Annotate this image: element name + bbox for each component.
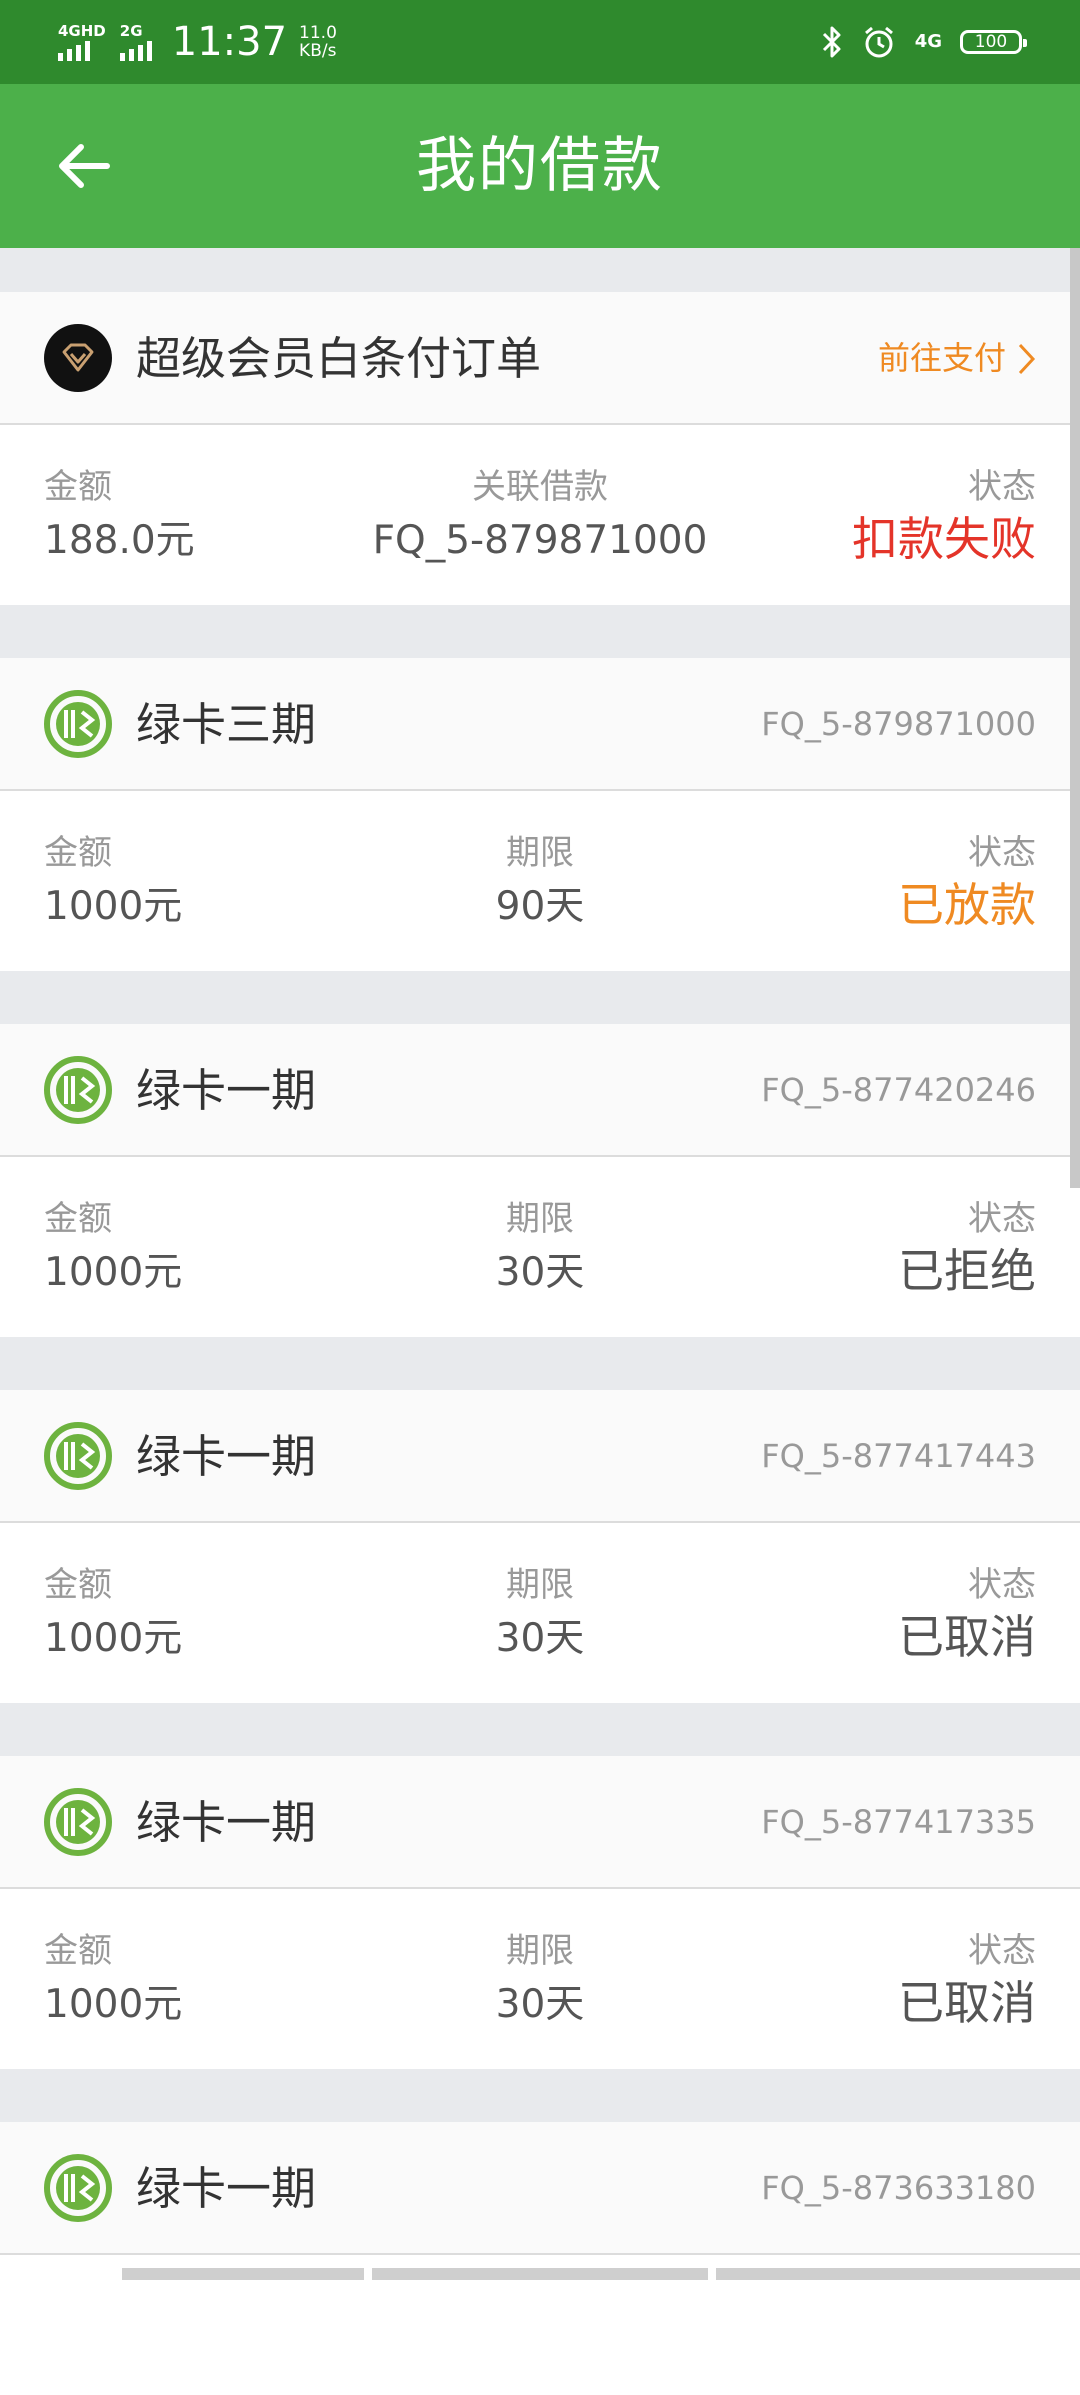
loan-id: FQ_5-873633180: [761, 2169, 1036, 2207]
go-pay-link[interactable]: 前往支付: [878, 292, 1036, 425]
status-label: 状态: [968, 1199, 1036, 1239]
amount-column: 金额 1000元: [44, 1929, 182, 2033]
bluetooth-icon: [821, 25, 843, 59]
card-body: 金额 1000元 期限 30天 状态 已取消: [0, 1889, 1080, 2069]
diamond-icon: [44, 324, 112, 392]
network-speed: 11.0 KB/s: [299, 24, 337, 60]
card-body: 金额 1000元 期限 30天 状态 已拒绝: [0, 1157, 1080, 1337]
loan-id: FQ_5-879871000: [761, 705, 1036, 743]
card-header: 绿卡一期 FQ_5-877420246: [0, 1024, 1080, 1157]
term-column: 期限 30天: [340, 1197, 740, 1301]
amount-column: 金额 188.0元: [44, 465, 195, 569]
network-4g-icon: 4G: [914, 31, 942, 52]
loan-title: 绿卡三期: [136, 698, 317, 751]
term-column: 期限 90天: [340, 831, 740, 935]
term-label: 期限: [506, 1931, 574, 1971]
loan-id: FQ_5-877417443: [761, 1437, 1036, 1475]
linked-loan-column: 关联借款 FQ_5-879871000: [340, 465, 740, 569]
signal-bars-icon: [119, 39, 152, 61]
bottom-handle-segment: [716, 2268, 1080, 2280]
linked-loan-label: 关联借款: [472, 467, 608, 507]
amount-column: 金额 1000元: [44, 831, 182, 935]
term-label: 期限: [506, 833, 574, 873]
clock: 11:37: [171, 19, 288, 65]
app-bar: 我的借款: [0, 84, 1080, 248]
status-value: 已取消: [898, 1610, 1036, 1664]
amount-value: 1000元: [44, 1982, 183, 2027]
status-column: 状态 已放款: [898, 831, 1036, 933]
amount-value: 1000元: [44, 1250, 183, 1295]
amount-label: 金额: [44, 467, 112, 507]
loan-id: FQ_5-877417335: [761, 1803, 1036, 1841]
loan-title: 绿卡一期: [136, 1796, 317, 1849]
amount-label: 金额: [44, 833, 112, 873]
status-value: 已放款: [898, 878, 1036, 932]
speed-value: 11.0: [299, 23, 337, 43]
green-card-logo-icon: [44, 1056, 112, 1124]
status-bar: 4GHD 2G 11:37 11.0 KB/s 4G 100: [0, 0, 1080, 84]
term-value: 90天: [495, 884, 585, 929]
amount-column: 金额 1000元: [44, 1197, 182, 1301]
status-label: 状态: [968, 467, 1036, 507]
amount-value: 188.0元: [44, 518, 195, 563]
amount-column: 金额 1000元: [44, 1563, 182, 1667]
network-type-label: 2G: [119, 22, 143, 40]
page-title: 我的借款: [416, 131, 664, 201]
speed-unit: KB/s: [299, 41, 337, 61]
card-header: 超级会员白条付订单 前往支付: [0, 292, 1080, 425]
amount-label: 金额: [44, 1199, 112, 1239]
green-card-logo-icon: [44, 2154, 112, 2222]
bottom-handle-segment: [122, 2268, 364, 2280]
status-column: 状态 已取消: [898, 1929, 1036, 2031]
status-column: 状态 已拒绝: [898, 1197, 1036, 1299]
term-label: 期限: [506, 1565, 574, 1605]
amount-label: 金额: [44, 1565, 112, 1605]
green-card-logo-icon: [44, 1422, 112, 1490]
green-card-logo-icon: [44, 1788, 112, 1856]
term-column: 期限 30天: [340, 1929, 740, 2033]
network-type-label: 4GHD: [58, 22, 106, 40]
status-column: 状态 已取消: [898, 1563, 1036, 1665]
bottom-handle-segment: [372, 2268, 708, 2280]
status-label: 状态: [968, 833, 1036, 873]
green-card-logo-icon: [44, 690, 112, 758]
loan-id: FQ_5-877420246: [761, 1071, 1036, 1109]
status-value: 已取消: [898, 1976, 1036, 2030]
card-body: 金额 1000元 期限 90天 状态 已放款: [0, 791, 1080, 971]
amount-value: 1000元: [44, 884, 183, 929]
card-body: 金额 188.0元 关联借款 FQ_5-879871000 状态 扣款失败: [0, 425, 1080, 605]
battery-icon: 100: [960, 30, 1027, 54]
status-value: 已拒绝: [898, 1244, 1036, 1298]
card-header: 绿卡一期 FQ_5-873633180: [0, 2122, 1080, 2255]
card-header: 绿卡三期 FQ_5-879871000: [0, 658, 1080, 791]
chevron-right-icon: [1016, 342, 1036, 376]
linked-loan-value: FQ_5-879871000: [372, 518, 708, 563]
status-label: 状态: [968, 1931, 1036, 1971]
loan-title: 绿卡一期: [136, 2162, 317, 2215]
term-value: 30天: [495, 1982, 585, 2027]
signal-bars-icon: [58, 39, 90, 61]
card-header: 绿卡一期 FQ_5-877417443: [0, 1390, 1080, 1523]
term-column: 期限 30天: [340, 1563, 740, 1667]
card-body: 金额 1000元 期限 30天 状态 已取消: [0, 1523, 1080, 1703]
card-header: 绿卡一期 FQ_5-877417335: [0, 1756, 1080, 1889]
go-pay-label: 前往支付: [877, 339, 1006, 377]
term-value: 30天: [495, 1616, 585, 1661]
term-value: 30天: [495, 1250, 585, 1295]
signal-indicator-2: 2G: [119, 22, 152, 61]
loan-title: 绿卡一期: [136, 1430, 317, 1483]
amount-label: 金额: [44, 1931, 112, 1971]
status-value: 扣款失败: [852, 512, 1036, 566]
status-label: 状态: [968, 1565, 1036, 1605]
scrollbar[interactable]: [1070, 248, 1080, 1188]
loan-title: 绿卡一期: [136, 1064, 317, 1117]
amount-value: 1000元: [44, 1616, 183, 1661]
status-column: 状态 扣款失败: [852, 465, 1036, 567]
term-label: 期限: [506, 1199, 574, 1239]
alarm-icon: [861, 24, 897, 60]
card-title: 超级会员白条付订单: [136, 332, 542, 385]
signal-indicator-1: 4GHD: [58, 23, 106, 61]
